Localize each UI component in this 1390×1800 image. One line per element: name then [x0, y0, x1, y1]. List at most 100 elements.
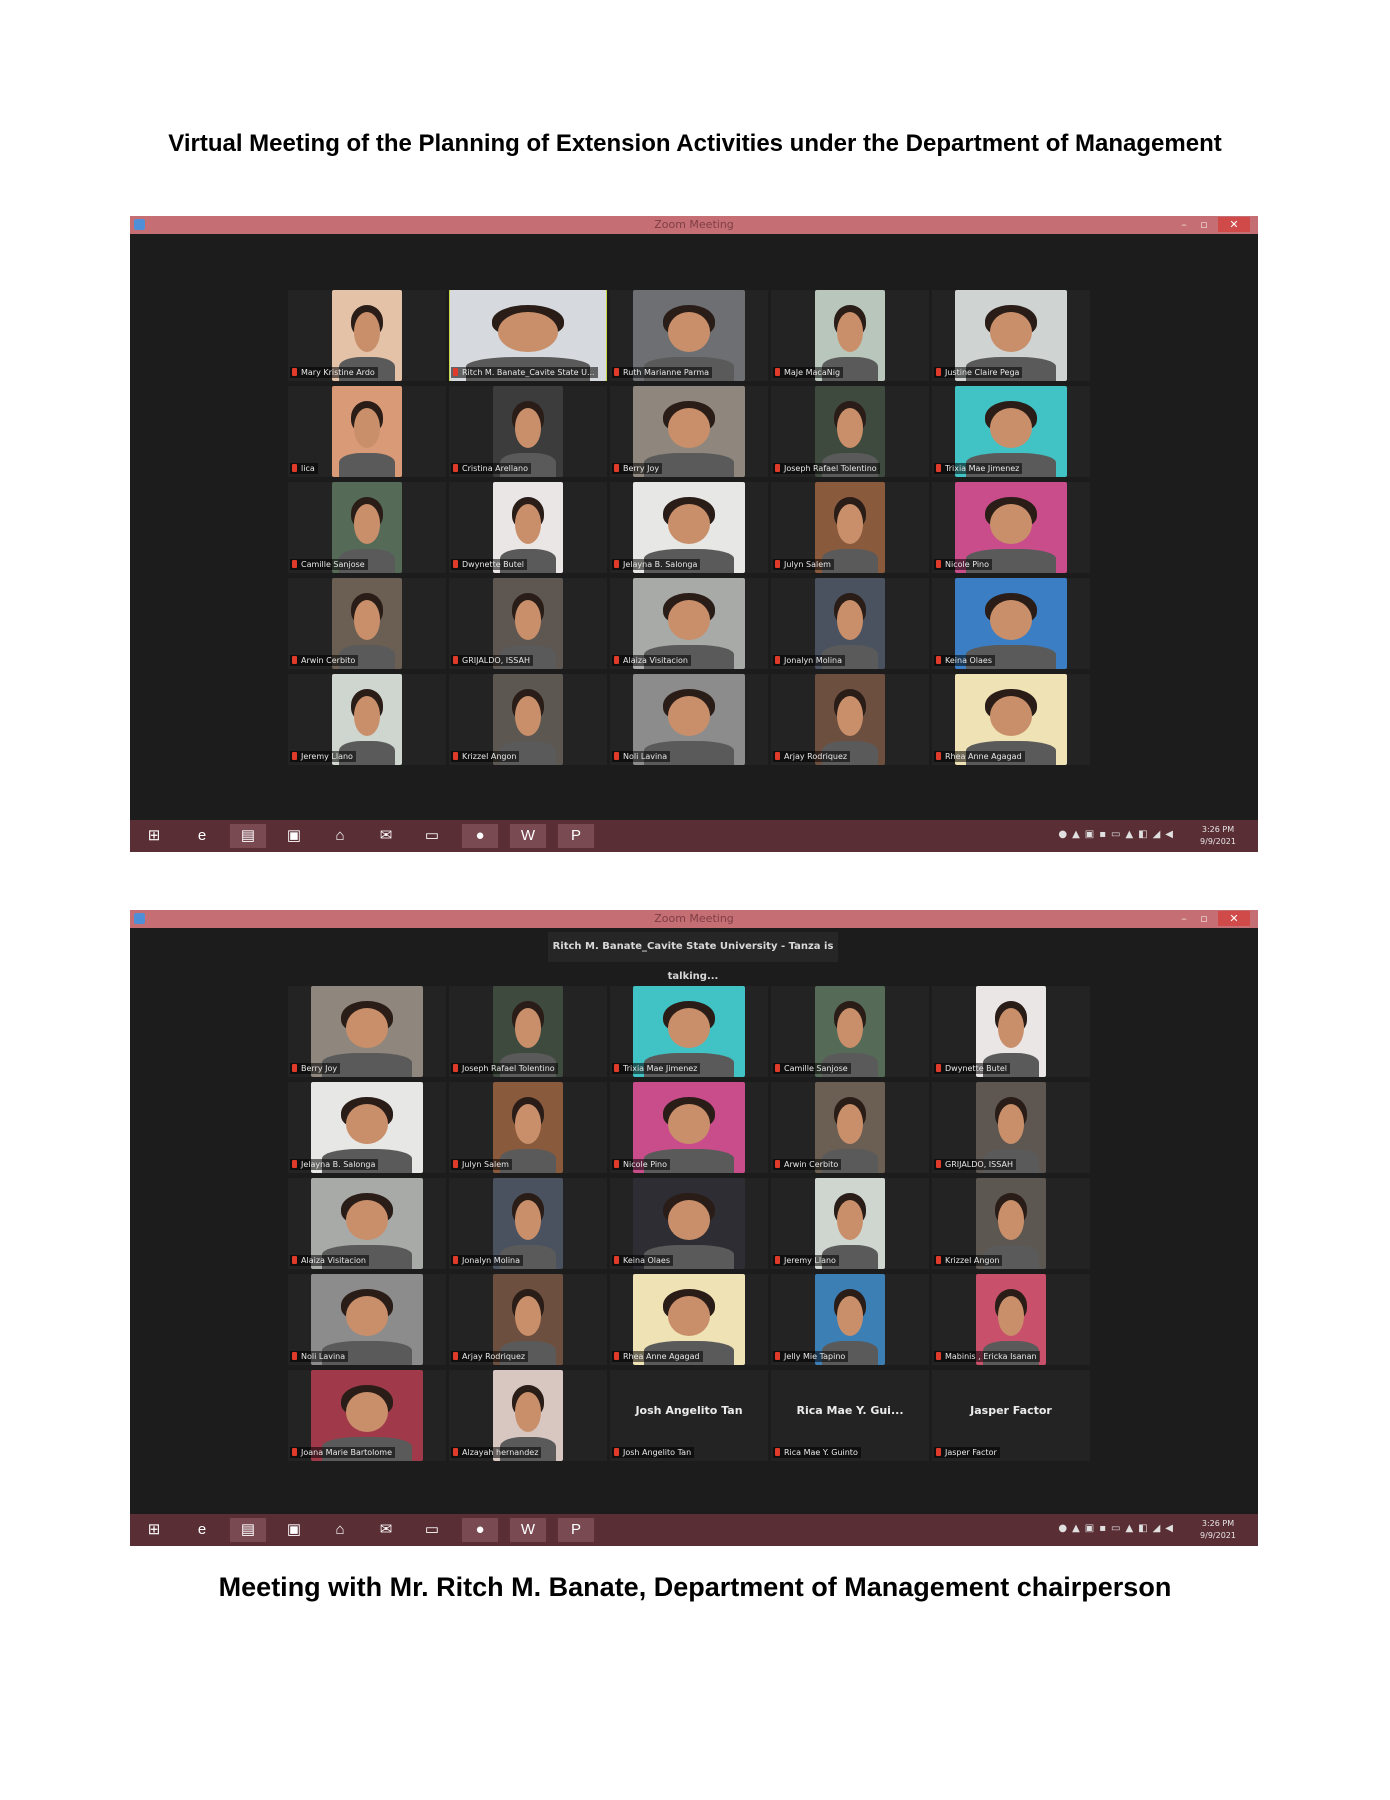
- windows-start-icon[interactable]: ⊞: [136, 824, 172, 848]
- participant-tile[interactable]: Jonalyn Molina: [449, 1178, 607, 1269]
- participant-tile[interactable]: Justine Claire Pega: [932, 290, 1090, 381]
- participant-name-label: Ritch M. Banate_Cavite State U...: [451, 367, 598, 378]
- store-icon[interactable]: ▣: [276, 824, 312, 848]
- participant-tile[interactable]: Rica Mae Y. Gui... Rica Mae Y. Guinto: [771, 1370, 929, 1461]
- participant-tile[interactable]: GRIJALDO, ISSAH: [449, 578, 607, 669]
- participant-tile[interactable]: Rhea Anne Agagad: [932, 674, 1090, 765]
- participant-tile[interactable]: Camille Sanjose: [288, 482, 446, 573]
- system-tray-icons[interactable]: ●▲▣▪▭▲◧◢◀: [1058, 1523, 1178, 1537]
- maximize-icon[interactable]: ▫: [1196, 217, 1212, 232]
- internet-explorer-icon[interactable]: e: [184, 824, 220, 848]
- participant-tile[interactable]: Keina Olaes: [610, 1178, 768, 1269]
- participant-tile[interactable]: Arjay Rodriquez: [771, 674, 929, 765]
- close-icon[interactable]: ✕: [1218, 217, 1250, 232]
- participant-head: [836, 311, 864, 352]
- participant-name-label: Krizzel Angon: [934, 1255, 1003, 1266]
- participant-tile[interactable]: Josh Angelito Tan Josh Angelito Tan: [610, 1370, 768, 1461]
- participant-name-label: Camille Sanjose: [773, 1063, 851, 1074]
- participant-tile[interactable]: Jelly Mie Tapino: [771, 1274, 929, 1365]
- participant-tile[interactable]: Joseph Rafael Tolentino: [449, 986, 607, 1077]
- muted-mic-icon: [936, 1256, 941, 1264]
- zoom-icon[interactable]: ●: [462, 1518, 498, 1542]
- minimize-icon[interactable]: –: [1176, 911, 1192, 926]
- participant-tile[interactable]: Joana Marie Bartolome: [288, 1370, 446, 1461]
- mail-icon[interactable]: ✉: [368, 824, 404, 848]
- participant-tile[interactable]: Jeremy Llano: [771, 1178, 929, 1269]
- close-icon[interactable]: ✕: [1218, 911, 1250, 926]
- participant-name-label: Noli Lavina: [612, 751, 671, 762]
- participant-tile[interactable]: Nicole Pino: [610, 1082, 768, 1173]
- muted-mic-icon: [936, 368, 941, 376]
- participant-tile[interactable]: Camille Sanjose: [771, 986, 929, 1077]
- participant-head: [667, 311, 711, 352]
- participant-tile[interactable]: Jasper Factor Jasper Factor: [932, 1370, 1090, 1461]
- participant-tile[interactable]: Joseph Rafael Tolentino: [771, 386, 929, 477]
- participant-tile[interactable]: Noli Lavina: [610, 674, 768, 765]
- participant-tile[interactable]: Trixia Mae Jimenez: [610, 986, 768, 1077]
- participant-tile[interactable]: Jonalyn Molina: [771, 578, 929, 669]
- participant-tile[interactable]: Mabinis , Ericka Isanan: [932, 1274, 1090, 1365]
- participant-tile[interactable]: Nicole Pino: [932, 482, 1090, 573]
- participant-tile[interactable]: Berry Joy: [610, 386, 768, 477]
- participant-name: Alzayah hernandez: [462, 1448, 539, 1457]
- file-explorer-icon[interactable]: ▤: [230, 824, 266, 848]
- participant-tile[interactable]: Arwin Cerbito: [771, 1082, 929, 1173]
- participant-name-label: Arjay Rodriquez: [451, 1351, 529, 1362]
- participant-head: [836, 695, 864, 736]
- participant-tile[interactable]: Alzayah hernandez: [449, 1370, 607, 1461]
- home-icon[interactable]: ⌂: [322, 1518, 358, 1542]
- zoom-icon[interactable]: ●: [462, 824, 498, 848]
- participant-tile[interactable]: Dwynette Butel: [932, 986, 1090, 1077]
- participant-tile[interactable]: Arjay Rodriquez: [449, 1274, 607, 1365]
- participant-tile[interactable]: Julyn Salem: [449, 1082, 607, 1173]
- participant-name: Justine Claire Pega: [945, 368, 1020, 377]
- participant-tile[interactable]: Ritch M. Banate_Cavite State U...: [449, 290, 607, 381]
- participant-tile[interactable]: Alaiza Visitacion: [288, 1178, 446, 1269]
- participant-tile[interactable]: Jelayna B. Salonga: [610, 482, 768, 573]
- desktop-icon[interactable]: ▭: [414, 824, 450, 848]
- participant-tile[interactable]: Julyn Salem: [771, 482, 929, 573]
- powerpoint-icon[interactable]: P: [558, 824, 594, 848]
- participant-tile[interactable]: Mary Kristine Ardo: [288, 290, 446, 381]
- store-icon[interactable]: ▣: [276, 1518, 312, 1542]
- participant-tile[interactable]: Trixia Mae Jimenez: [932, 386, 1090, 477]
- participant-tile[interactable]: Cristina Arellano: [449, 386, 607, 477]
- participant-tile[interactable]: Rhea Anne Agagad: [610, 1274, 768, 1365]
- word-icon[interactable]: W: [510, 1518, 546, 1542]
- participant-name: Dwynette Butel: [462, 560, 525, 569]
- participant-tile[interactable]: lica: [288, 386, 446, 477]
- participant-tile[interactable]: Krizzel Angon: [449, 674, 607, 765]
- participant-tile[interactable]: Jeremy Llano: [288, 674, 446, 765]
- windows-start-icon[interactable]: ⊞: [136, 1518, 172, 1542]
- home-icon[interactable]: ⌂: [322, 824, 358, 848]
- participant-tile[interactable]: Noli Lavina: [288, 1274, 446, 1365]
- muted-mic-icon: [453, 368, 458, 376]
- desktop-icon[interactable]: ▭: [414, 1518, 450, 1542]
- participant-tile[interactable]: MaJe MacaNig: [771, 290, 929, 381]
- zoom-screenshot-1: Zoom Meeting – ▫ ✕ Mary Kristine Ardo Rit…: [130, 216, 1258, 852]
- participant-tile[interactable]: GRIJALDO, ISSAH: [932, 1082, 1090, 1173]
- maximize-icon[interactable]: ▫: [1196, 911, 1212, 926]
- participant-tile[interactable]: Arwin Cerbito: [288, 578, 446, 669]
- mail-icon[interactable]: ✉: [368, 1518, 404, 1542]
- participant-head: [667, 1103, 711, 1144]
- system-tray-icons[interactable]: ●▲▣▪▭▲◧◢◀: [1058, 829, 1178, 843]
- muted-mic-icon: [775, 752, 780, 760]
- minimize-icon[interactable]: –: [1176, 217, 1192, 232]
- file-explorer-icon[interactable]: ▤: [230, 1518, 266, 1542]
- participant-head: [345, 1007, 389, 1048]
- word-icon[interactable]: W: [510, 824, 546, 848]
- participant-tile[interactable]: Jelayna B. Salonga: [288, 1082, 446, 1173]
- internet-explorer-icon[interactable]: e: [184, 1518, 220, 1542]
- taskbar-clock[interactable]: 3:26 PM 9/9/2021: [1190, 1518, 1246, 1542]
- participant-tile[interactable]: Alaiza Visitacion: [610, 578, 768, 669]
- participant-tile[interactable]: Krizzel Angon: [932, 1178, 1090, 1269]
- participant-tile[interactable]: Dwynette Butel: [449, 482, 607, 573]
- taskbar-clock[interactable]: 3:26 PM 9/9/2021: [1190, 824, 1246, 848]
- powerpoint-icon[interactable]: P: [558, 1518, 594, 1542]
- zoom-screenshot-2: Zoom Meeting – ▫ ✕ Ritch M. Banate_Cavit…: [130, 910, 1258, 1546]
- participant-name-label: Jasper Factor: [934, 1447, 1000, 1458]
- participant-tile[interactable]: Keina Olaes: [932, 578, 1090, 669]
- participant-tile[interactable]: Ruth Marianne Parma: [610, 290, 768, 381]
- participant-tile[interactable]: Berry Joy: [288, 986, 446, 1077]
